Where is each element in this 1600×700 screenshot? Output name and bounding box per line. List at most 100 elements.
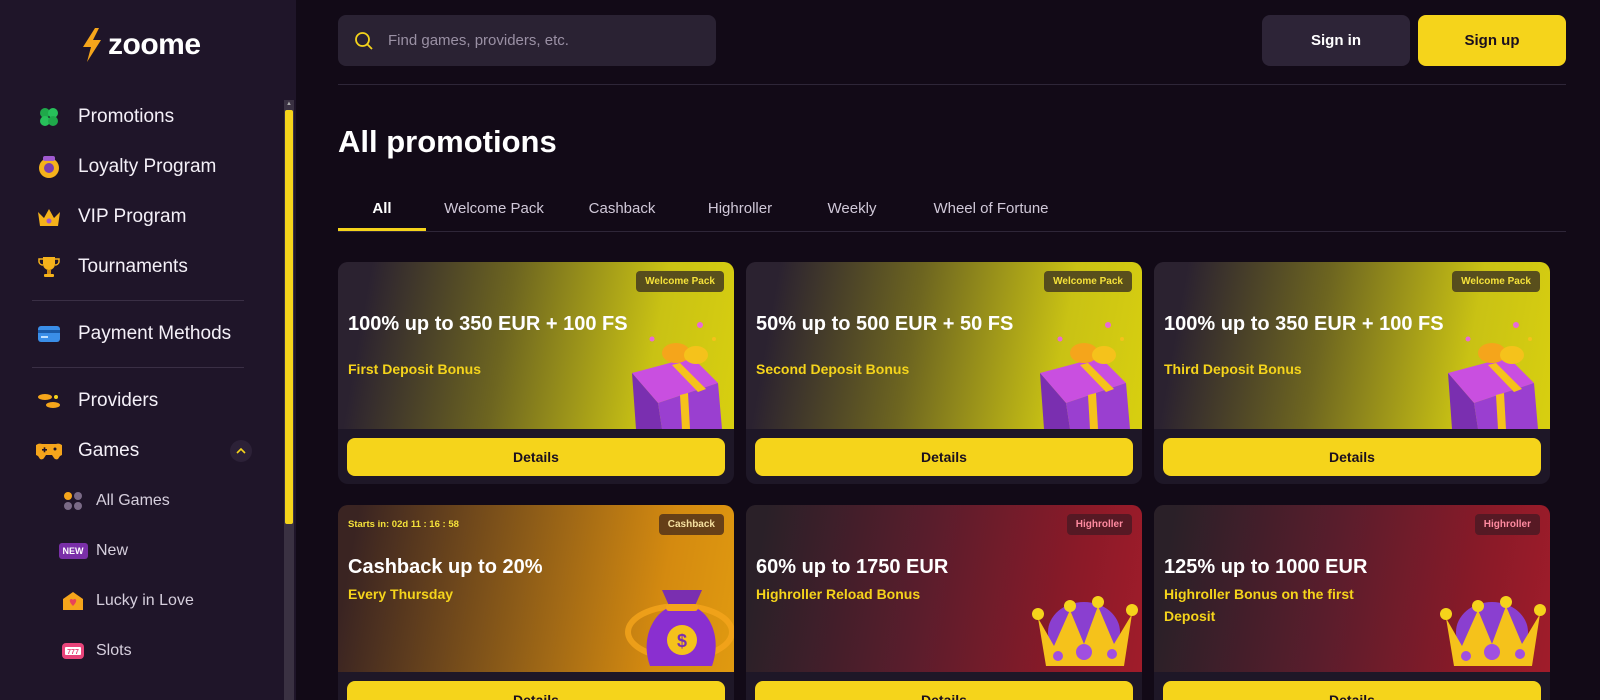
search-input[interactable] [388, 32, 678, 49]
promo-banner: Highroller 60% up to 1750 EUR Highroller… [746, 505, 1142, 672]
providers-icon [36, 388, 62, 414]
promo-subtitle: Third Deposit Bonus [1164, 361, 1302, 377]
new-badge-icon: NEW [58, 539, 88, 563]
page-title: All promotions [338, 124, 557, 159]
tab-cashback[interactable]: Cashback [562, 196, 682, 231]
sidebar-item-vip[interactable]: VIP Program [0, 192, 280, 242]
promo-card: Highroller 60% up to 1750 EUR Highroller… [746, 505, 1142, 700]
sign-up-button[interactable]: Sign up [1418, 15, 1566, 66]
details-button[interactable]: Details [1163, 438, 1541, 476]
sidebar-subitem-label: Lucky in Love [96, 592, 194, 609]
svg-text:$: $ [677, 631, 687, 651]
promo-badge: Highroller [1066, 514, 1132, 535]
promo-title: 125% up to 1000 EUR [1164, 556, 1368, 578]
promo-subtitle: Second Deposit Bonus [756, 361, 910, 377]
love-envelope-icon [58, 589, 88, 613]
sidebar-item-label: Promotions [78, 106, 175, 127]
crown-icon [1440, 596, 1546, 666]
sidebar-subitem-label: Slots [96, 642, 132, 659]
sidebar-subitem-lucky-in-love[interactable]: Lucky in Love [0, 576, 280, 626]
bolt-icon [83, 28, 101, 62]
promo-card: Welcome Pack 100% up to 350 EUR + 100 FS… [1154, 262, 1550, 484]
promo-countdown: Starts in: 02d 11 : 16 : 58 [348, 519, 459, 530]
brand-name: zoome [108, 28, 201, 61]
promo-title: 50% up to 500 EUR + 50 FS [756, 313, 1014, 335]
details-button[interactable]: Details [347, 681, 725, 700]
tab-highroller[interactable]: Highroller [682, 196, 798, 231]
sidebar-subitem-all-games[interactable]: All Games [0, 476, 280, 526]
tab-welcome-pack[interactable]: Welcome Pack [426, 196, 562, 231]
promo-badge: Welcome Pack [1044, 271, 1132, 292]
details-button[interactable]: Details [1163, 681, 1541, 700]
sidebar-item-loyalty[interactable]: Loyalty Program [0, 142, 280, 192]
search-icon [355, 31, 373, 50]
sidebar: zoome Promotions Loyalty Program VIP Pro… [0, 0, 296, 700]
sidebar-scrollbar-thumb[interactable] [285, 110, 293, 524]
sidebar-item-label: Tournaments [78, 256, 188, 277]
details-button[interactable]: Details [755, 438, 1133, 476]
header-divider [338, 84, 1566, 85]
sidebar-item-promotions[interactable]: Promotions [0, 92, 280, 142]
sidebar-subitem-label: New [96, 542, 129, 559]
promo-card: Starts in: 02d 11 : 16 : 58 Cashback Cas… [338, 505, 734, 700]
sidebar-subitem-label: All Games [96, 492, 170, 509]
gift-box-icon [1040, 322, 1130, 429]
svg-text:777: 777 [67, 649, 79, 656]
promo-banner: Highroller 125% up to 1000 EUR Highrolle… [1154, 505, 1550, 672]
tab-wheel-of-fortune[interactable]: Wheel of Fortune [906, 196, 1076, 231]
sidebar-item-label: Payment Methods [78, 323, 232, 344]
sidebar-subitem-slots[interactable]: 777 Slots [0, 626, 280, 676]
card-icon [36, 321, 62, 347]
search-bar[interactable] [338, 15, 716, 66]
crown-icon [1032, 596, 1138, 666]
promo-banner: Welcome Pack 100% up to 350 EUR + 100 FS… [338, 262, 734, 429]
sidebar-item-label: Loyalty Program [78, 156, 217, 177]
promotion-tabs: All Welcome Pack Cashback Highroller Wee… [338, 196, 1566, 232]
gamepad-icon [36, 438, 62, 464]
sidebar-item-tournaments[interactable]: Tournaments [0, 242, 280, 292]
promo-badge: Highroller [1474, 514, 1540, 535]
promo-subtitle: Highroller Bonus on the first Deposit [1164, 586, 1354, 624]
sidebar-item-label: Providers [78, 390, 159, 411]
brand-logo[interactable]: zoome [80, 28, 201, 62]
promo-card: Welcome Pack 50% up to 500 EUR + 50 FS S… [746, 262, 1142, 484]
details-button[interactable]: Details [347, 438, 725, 476]
promo-title: 100% up to 350 EUR + 100 FS [348, 313, 628, 335]
promo-title: Cashback up to 20% [348, 556, 543, 578]
promo-subtitle: First Deposit Bonus [348, 361, 482, 377]
sidebar-item-label: VIP Program [78, 206, 187, 227]
sidebar-item-providers[interactable]: Providers [0, 376, 280, 426]
sidebar-subitem-new[interactable]: NEW New [0, 526, 280, 576]
trophy-icon [36, 254, 62, 280]
gift-box-icon [1448, 322, 1538, 429]
promo-banner: Welcome Pack 50% up to 500 EUR + 50 FS S… [746, 262, 1142, 429]
tab-weekly[interactable]: Weekly [798, 196, 906, 231]
promo-subtitle: Highroller Reload Bonus [756, 586, 921, 602]
sidebar-item-games[interactable]: Games [0, 426, 280, 476]
loyalty-icon [36, 154, 62, 180]
chevron-up-icon[interactable] [230, 440, 252, 462]
new-badge: NEW [58, 543, 88, 559]
clover-icon [36, 104, 62, 130]
scroll-up-arrow-icon[interactable]: ▲ [285, 100, 293, 109]
sidebar-divider [32, 300, 244, 301]
promo-card: Welcome Pack 100% up to 350 EUR + 100 FS… [338, 262, 734, 484]
promo-subtitle: Every Thursday [348, 586, 454, 602]
promo-card: Highroller 125% up to 1000 EUR Highrolle… [1154, 505, 1550, 700]
sidebar-nav: Promotions Loyalty Program VIP Program T… [0, 92, 280, 676]
promo-title: 60% up to 1750 EUR [756, 556, 949, 578]
sidebar-item-payment-methods[interactable]: Payment Methods [0, 309, 280, 359]
crown-icon [36, 204, 62, 230]
promo-badge: Cashback [658, 514, 724, 535]
promo-badge: Welcome Pack [1452, 271, 1540, 292]
tab-all[interactable]: All [338, 196, 426, 231]
promo-title: 100% up to 350 EUR + 100 FS [1164, 313, 1444, 335]
promo-banner: Starts in: 02d 11 : 16 : 58 Cashback Cas… [338, 505, 734, 672]
sidebar-divider [32, 367, 244, 368]
gift-box-icon [632, 322, 722, 429]
money-bag-icon: $ [625, 590, 734, 666]
sign-in-button[interactable]: Sign in [1262, 15, 1410, 66]
promo-banner: Welcome Pack 100% up to 350 EUR + 100 FS… [1154, 262, 1550, 429]
details-button[interactable]: Details [755, 681, 1133, 700]
promo-badge: Welcome Pack [636, 271, 724, 292]
